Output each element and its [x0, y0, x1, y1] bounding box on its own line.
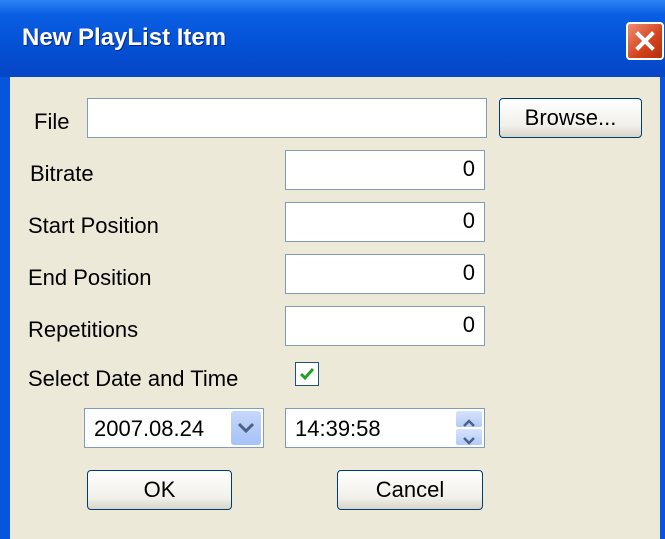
repetitions-label: Repetitions	[28, 317, 139, 342]
close-icon	[635, 31, 655, 51]
end-position-label: End Position	[28, 265, 152, 290]
start-position-field[interactable]: 0	[285, 202, 485, 242]
repetitions-field[interactable]: 0	[285, 306, 485, 346]
file-label: File	[34, 109, 70, 134]
checkmark-icon	[299, 368, 315, 381]
ok-button[interactable]: OK	[87, 470, 232, 510]
dialog-body: File Browse... Bitrate 0 Start Position …	[10, 77, 660, 539]
start-position-label: Start Position	[28, 213, 159, 238]
spin-down-button[interactable]	[456, 429, 482, 445]
close-button[interactable]	[626, 22, 664, 60]
date-picker[interactable]: 2007.08.24	[84, 408, 264, 448]
bitrate-label: Bitrate	[30, 161, 94, 186]
dialog-window: New PlayList Item File Browse... Bitrate…	[0, 0, 665, 539]
bitrate-field[interactable]: 0	[285, 150, 485, 190]
title-bar[interactable]: New PlayList Item	[0, 0, 665, 77]
spin-up-button[interactable]	[456, 411, 482, 427]
datetime-label: Select Date and Time	[28, 366, 239, 391]
time-spin-buttons[interactable]	[456, 411, 482, 445]
browse-button[interactable]: Browse...	[499, 98, 642, 138]
datetime-checkbox[interactable]	[295, 362, 319, 386]
end-position-field[interactable]: 0	[285, 254, 485, 294]
file-input[interactable]	[87, 98, 487, 138]
window-title: New PlayList Item	[22, 24, 227, 51]
time-spinner[interactable]: 14:39:58	[285, 408, 485, 448]
chevron-down-icon	[237, 422, 255, 434]
cancel-button[interactable]: Cancel	[337, 470, 483, 510]
spin-down-icon	[463, 437, 475, 445]
time-value: 14:39:58	[295, 416, 381, 441]
date-dropdown-button[interactable]	[231, 411, 261, 445]
date-value: 2007.08.24	[94, 416, 205, 441]
